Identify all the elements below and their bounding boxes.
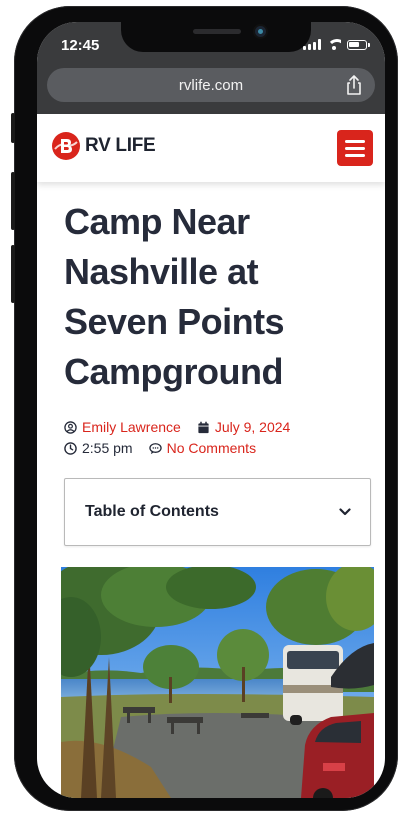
url-text: rvlife.com (178, 76, 244, 94)
author-link[interactable]: Emily Lawrence (82, 419, 181, 435)
chevron-down-icon (339, 508, 351, 516)
cellular-signal-icon (303, 39, 321, 50)
post-time: 2:55 pm (82, 440, 133, 456)
front-camera (255, 26, 266, 37)
site-header: RV LIFE (37, 114, 385, 182)
volume-down-button (11, 245, 15, 303)
article-meta-row-2: 2:55 pm No Comments (64, 440, 256, 456)
mute-switch (11, 113, 15, 143)
title-line: Camp Near (64, 201, 250, 242)
battery-icon (347, 39, 370, 50)
rv-life-logo[interactable]: RV LIFE (51, 131, 156, 161)
table-of-contents-toggle[interactable]: Table of Contents (64, 478, 371, 546)
title-line: Nashville at (64, 251, 259, 292)
status-time: 12:45 (61, 37, 100, 54)
volume-up-button (11, 172, 15, 230)
comments-link[interactable]: No Comments (167, 440, 256, 456)
article-meta-row-1: Emily Lawrence July 9, 2024 (64, 419, 290, 435)
wifi-icon (327, 39, 341, 50)
status-icons (303, 39, 370, 50)
clock-icon (64, 441, 77, 455)
browser-chrome: 12:45 rvlife.com (37, 22, 385, 114)
date-link[interactable]: July 9, 2024 (215, 419, 291, 435)
title-line: Campground (64, 351, 283, 392)
campground-hero-image (61, 567, 374, 798)
title-line: Seven Points (64, 301, 285, 342)
hamburger-menu-button[interactable] (337, 130, 373, 166)
address-bar[interactable]: rvlife.com (47, 68, 375, 102)
rv-life-logo-icon (52, 132, 80, 160)
hamburger-menu-icon (345, 139, 365, 143)
user-circle-icon (64, 420, 77, 434)
notch (121, 22, 311, 52)
calendar-icon (198, 421, 209, 433)
article-title: Camp Near Nashville at Seven Points Camp… (64, 197, 364, 397)
earpiece-speaker (193, 29, 241, 34)
share-icon[interactable] (343, 74, 365, 96)
comment-icon (148, 442, 162, 454)
logo-text: RV LIFE (85, 135, 156, 156)
phone-screen: 12:45 rvlife.com RV LIFE Camp Near Nashv… (37, 22, 385, 798)
toc-label: Table of Contents (85, 503, 219, 520)
